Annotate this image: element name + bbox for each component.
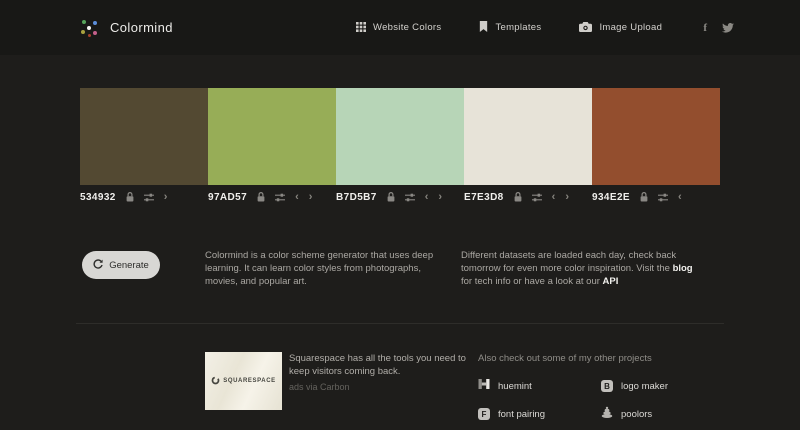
sliders-icon[interactable] (531, 193, 542, 202)
project-label: huemint (498, 380, 532, 392)
next-color-icon[interactable]: › (438, 191, 442, 203)
poolors-icon (601, 405, 613, 423)
prev-color-icon[interactable]: ‹ (678, 191, 682, 203)
nav-templates[interactable]: Templates (479, 19, 541, 37)
brand-home-link[interactable]: Colormind (78, 0, 173, 55)
lock-icon[interactable] (257, 192, 265, 202)
swatch-controls: 534932 › (80, 185, 208, 209)
swatch-controls: 97AD57 ‹ › (208, 185, 336, 209)
sliders-icon[interactable] (143, 193, 154, 202)
color-palette (80, 88, 720, 185)
info-part1: Different datasets are loaded each day, … (461, 250, 677, 274)
prev-color-icon[interactable]: ‹ (295, 191, 299, 203)
nav-label: Image Upload (599, 22, 663, 33)
palette-controls: 534932 › 97AD57 ‹ › B7D5B7 ‹ › E7E3D8 ‹ … (80, 185, 720, 209)
color-swatch[interactable] (80, 88, 208, 185)
color-swatch[interactable] (336, 88, 464, 185)
hex-code-label: 534932 (80, 191, 116, 203)
font-pairing-icon: F (478, 408, 490, 420)
generate-button[interactable]: Generate (82, 251, 160, 279)
about-text: Colormind is a color scheme generator th… (205, 250, 434, 287)
colormind-logo-icon (78, 17, 100, 39)
next-color-icon[interactable]: › (565, 191, 569, 203)
huemint-icon (478, 377, 490, 395)
swatch-controls: B7D5B7 ‹ › (336, 185, 464, 209)
section-divider (76, 323, 724, 324)
projects-heading: Also check out some of my other projects (478, 353, 652, 364)
lock-icon[interactable] (387, 192, 395, 202)
twitter-icon[interactable] (722, 22, 734, 33)
logo-maker-icon: B (601, 380, 613, 392)
project-label: poolors (621, 408, 653, 420)
other-projects: Also check out some of my other projects… (478, 353, 728, 423)
color-swatch[interactable] (592, 88, 720, 185)
nav-website-colors[interactable]: Website Colors (356, 19, 441, 37)
refresh-icon (93, 258, 103, 272)
info-part2: for tech info or have a look at our (461, 275, 603, 287)
project-label: logo maker (621, 380, 668, 392)
nav-image-upload[interactable]: Image Upload (579, 19, 662, 37)
sliders-icon[interactable] (404, 193, 415, 202)
prev-color-icon[interactable]: ‹ (425, 191, 429, 203)
project-logo-maker-link[interactable]: B logo maker (601, 377, 728, 395)
sliders-icon[interactable] (658, 193, 668, 202)
sliders-icon[interactable] (275, 193, 286, 202)
color-swatch[interactable] (208, 88, 336, 185)
prev-color-icon[interactable]: ‹ (552, 191, 556, 203)
nav-label: Templates (495, 22, 542, 33)
social-links: f (703, 0, 734, 55)
project-poolors-link[interactable]: poolors (601, 405, 728, 423)
project-huemint-link[interactable]: huemint (478, 377, 601, 395)
camera-icon (579, 19, 593, 37)
swatch-controls: 934E2E ‹ (592, 185, 720, 209)
carbon-ad-copy: Squarespace has all the tools you need t… (289, 352, 471, 392)
nav-label: Website Colors (373, 22, 442, 33)
hex-code-label: E7E3D8 (464, 191, 504, 203)
brand-name: Colormind (110, 20, 173, 35)
generate-label: Generate (109, 259, 149, 271)
grid-icon (356, 19, 366, 37)
hex-code-label: 97AD57 (208, 191, 248, 203)
squarespace-logo-icon (211, 372, 220, 390)
header: Colormind Website Colors Templates Image… (0, 0, 800, 55)
project-label: font pairing (498, 408, 546, 420)
swatch-controls: E7E3D8 ‹ › (464, 185, 592, 209)
ad-headline-link[interactable]: Squarespace has all the tools you need t… (289, 352, 471, 379)
squarespace-wordmark: SQUARESPACE (223, 378, 276, 384)
main-nav: Website Colors Templates Image Upload (356, 0, 662, 55)
project-font-pairing-link[interactable]: F font pairing (478, 405, 601, 423)
blog-link[interactable]: blog (673, 263, 693, 274)
projects-grid: huemint B logo maker F font pairing pool… (478, 377, 728, 423)
hex-code-label: 934E2E (592, 191, 630, 203)
hex-code-label: B7D5B7 (336, 191, 377, 203)
next-color-icon[interactable]: › (164, 191, 168, 203)
carbon-ad-image[interactable]: SQUARESPACE (205, 352, 282, 410)
lock-icon[interactable] (640, 192, 648, 202)
info-text: Different datasets are loaded each day, … (461, 250, 693, 288)
facebook-icon[interactable]: f (703, 22, 707, 34)
lock-icon[interactable] (514, 192, 522, 202)
colormind-app: Colormind Website Colors Templates Image… (0, 0, 800, 430)
next-color-icon[interactable]: › (309, 191, 313, 203)
bookmark-icon (479, 19, 488, 37)
api-link[interactable]: API (603, 276, 619, 287)
lock-icon[interactable] (126, 192, 134, 202)
color-swatch[interactable] (464, 88, 592, 185)
ad-attribution-link[interactable]: ads via Carbon (289, 382, 471, 392)
